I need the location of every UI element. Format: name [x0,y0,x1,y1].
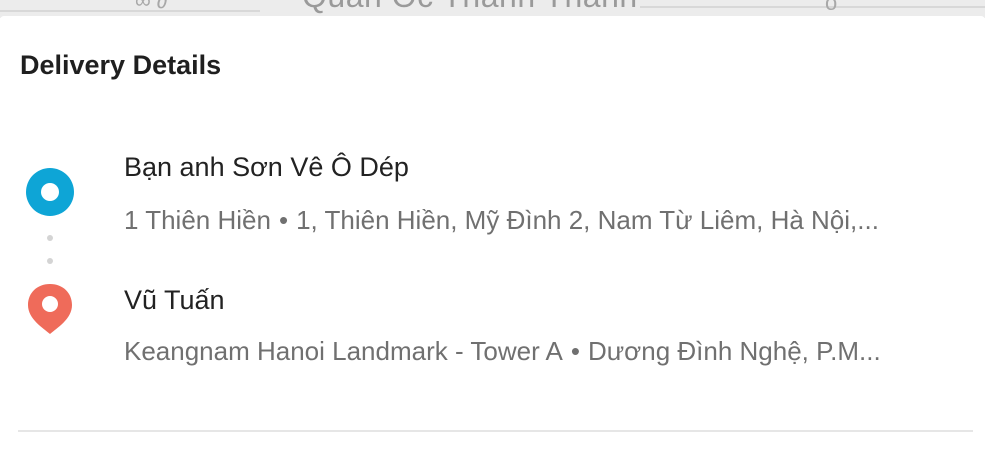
dropoff-address-short: Keangnam Hanoi Landmark - Tower A [124,336,563,366]
address-separator: • [570,336,580,366]
map-road [640,6,985,8]
map-road-marking: ∞ ∂ [135,0,168,13]
dropoff-address: Keangnam Hanoi Landmark - Tower A • Dương … [124,336,974,367]
pickup-name: Bạn anh Sơn Vê Ô Dép [124,152,409,182]
dropoff-address-full: Dương Đình Nghệ, P.M... [588,336,881,366]
map-place-label: Quán Ốc Thanh Thanh [302,0,638,15]
delivery-screen: ∞ ∂ ô Quán Ốc Thanh Thanh Delivery Detai… [0,0,985,450]
map-road-marking: ô [825,0,838,15]
pickup-address-short: 1 Thiên Hiền [124,205,271,235]
pickup-address-full: 1, Thiên Hiền, Mỹ Đình 2, Nam Từ Liêm, H… [296,205,879,235]
map-road [0,10,260,12]
dropoff-name: Vũ Tuấn [124,285,225,315]
dropoff-pin-icon [28,284,72,334]
route-connector-dot [47,258,53,264]
pickup-address: 1 Thiên Hiền • 1, Thiên Hiền, Mỹ Đình 2, N… [124,205,974,236]
section-divider [18,430,973,432]
route-connector-dot [47,235,53,241]
pickup-location-icon [26,168,74,216]
section-title: Delivery Details [20,50,222,80]
address-separator: • [278,205,289,235]
